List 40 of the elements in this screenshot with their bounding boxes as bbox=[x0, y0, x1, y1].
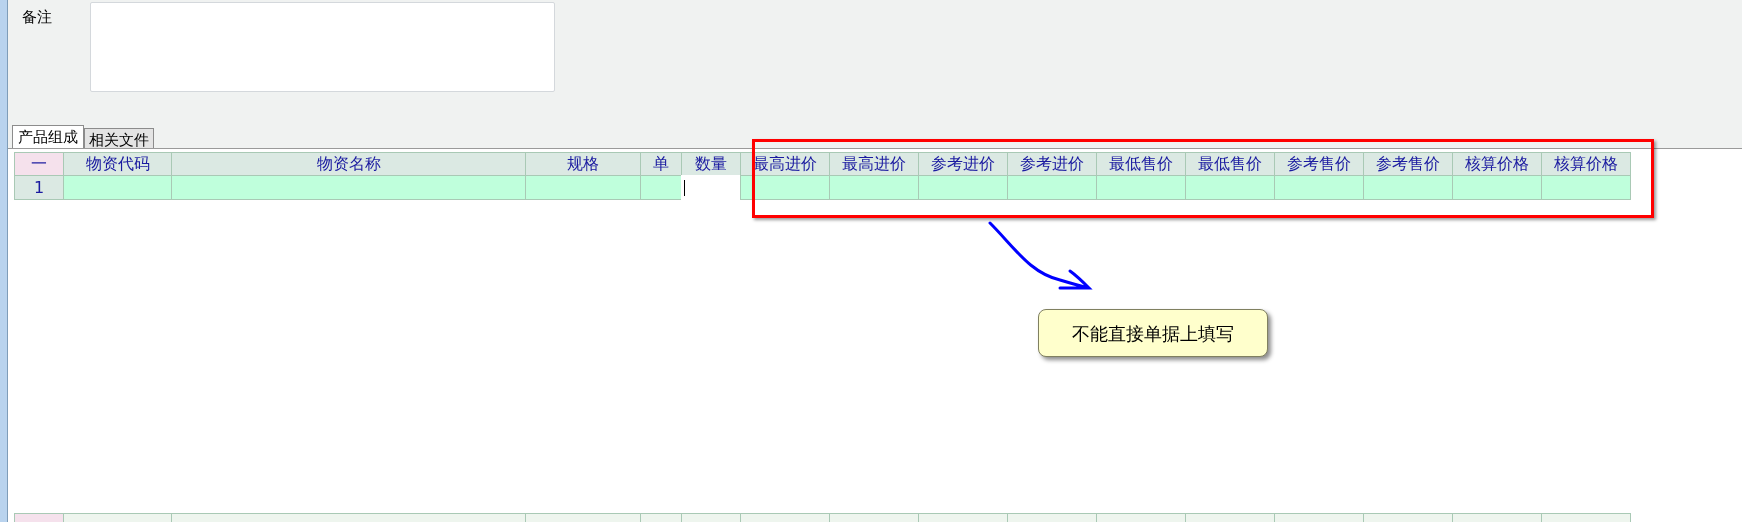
remark-field[interactable] bbox=[90, 2, 555, 92]
column-header: 核算价格 bbox=[1541, 152, 1631, 176]
column-header: 数量 bbox=[681, 152, 741, 176]
callout-note: 不能直接单据上填写 bbox=[1038, 309, 1268, 357]
column-header: 最低售价 bbox=[1185, 152, 1275, 176]
table-cell[interactable] bbox=[918, 175, 1008, 200]
column-header: 参考进价 bbox=[918, 152, 1008, 176]
table-cell[interactable] bbox=[740, 175, 830, 200]
column-header: 一 bbox=[14, 152, 64, 176]
table-cell[interactable] bbox=[525, 175, 641, 200]
column-header: 核算价格 bbox=[1452, 152, 1542, 176]
column-header: 规格 bbox=[525, 152, 641, 176]
table-cell[interactable] bbox=[63, 175, 172, 200]
column-header: 最高进价 bbox=[829, 152, 919, 176]
row-number: 1 bbox=[14, 175, 64, 200]
text-cursor bbox=[684, 179, 685, 196]
table-cell[interactable] bbox=[171, 175, 526, 200]
table-cell[interactable] bbox=[1007, 175, 1097, 200]
table-cell[interactable] bbox=[1541, 175, 1631, 200]
table-cell[interactable] bbox=[1363, 175, 1453, 200]
table-cell[interactable] bbox=[640, 175, 682, 200]
tab[interactable]: 相关文件 bbox=[84, 128, 154, 148]
column-header: 物资代码 bbox=[63, 152, 172, 176]
table-cell[interactable] bbox=[1096, 175, 1186, 200]
table-cell[interactable] bbox=[1185, 175, 1275, 200]
column-header: 最低售价 bbox=[1096, 152, 1186, 176]
column-header: 物资名称 bbox=[171, 152, 526, 176]
table-cell[interactable] bbox=[829, 175, 919, 200]
column-header: 参考售价 bbox=[1274, 152, 1364, 176]
totals-cell bbox=[640, 513, 682, 522]
totals-cell bbox=[14, 513, 64, 522]
table-cell[interactable] bbox=[1452, 175, 1542, 200]
table-cell[interactable] bbox=[1274, 175, 1364, 200]
column-header: 参考进价 bbox=[1007, 152, 1097, 176]
remark-label: 备注 bbox=[22, 7, 53, 28]
totals-cell bbox=[681, 513, 741, 522]
column-header: 参考售价 bbox=[1363, 152, 1453, 176]
column-header: 最高进价 bbox=[740, 152, 830, 176]
column-header: 单 bbox=[640, 152, 682, 176]
tab[interactable]: 产品组成 bbox=[12, 125, 84, 148]
